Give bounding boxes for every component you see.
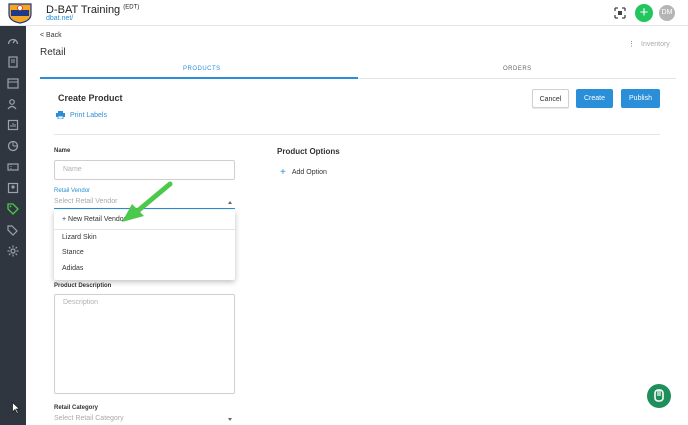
name-label: Name: [54, 148, 71, 154]
active-tab-indicator: [40, 77, 358, 79]
calendar-icon[interactable]: [7, 77, 19, 89]
more-vertical-icon[interactable]: ⋮: [628, 41, 635, 48]
cancel-button[interactable]: Cancel: [532, 89, 569, 108]
create-button[interactable]: Create: [576, 89, 613, 108]
book-icon[interactable]: [7, 56, 19, 68]
retail-vendor-label: Retail Vendor: [54, 188, 91, 194]
dashboard-icon[interactable]: [7, 35, 19, 47]
vendor-option[interactable]: Lizard Skin: [62, 234, 97, 241]
new-retail-vendor-option[interactable]: + New Retail Vendor: [62, 216, 126, 223]
description-label: Product Description: [54, 283, 112, 289]
dropdown-separator: [54, 229, 235, 230]
contacts-icon[interactable]: [7, 182, 19, 194]
mouse-cursor-icon: [12, 402, 20, 414]
user-avatar[interactable]: DM: [659, 5, 675, 21]
caret-up-icon: [228, 201, 232, 204]
inventory-menu[interactable]: ⋮ Inventory: [628, 40, 670, 48]
ticket-icon[interactable]: [7, 161, 19, 173]
pie-chart-icon[interactable]: [7, 140, 19, 152]
tab-divider: [358, 78, 676, 79]
sidebar: [0, 26, 26, 425]
print-labels-link[interactable]: Print Labels: [56, 111, 107, 119]
help-button[interactable]: [647, 384, 671, 408]
printer-icon: [56, 111, 65, 119]
plus-icon: +: [280, 167, 286, 178]
settings-icon[interactable]: [7, 245, 19, 257]
vendor-option[interactable]: Adidas: [62, 265, 83, 272]
users-icon[interactable]: [7, 98, 19, 110]
tag-icon[interactable]: [7, 203, 19, 215]
add-option-button[interactable]: + Add Option: [280, 167, 327, 178]
qr-scan-icon[interactable]: [614, 7, 626, 19]
retail-category-label: Retail Category: [54, 405, 99, 411]
brand-url[interactable]: dbat.net/: [46, 15, 73, 22]
tab-orders[interactable]: ORDERS: [503, 66, 532, 72]
top-header: D-BAT Training (EDT) dbat.net/ + DM: [0, 0, 688, 26]
reports-icon[interactable]: [7, 119, 19, 131]
annotation-arrow-icon: [122, 181, 173, 222]
page-title: Retail: [40, 47, 66, 58]
publish-button[interactable]: Publish: [621, 89, 660, 108]
caret-down-icon: [228, 418, 232, 421]
quick-add-button[interactable]: +: [635, 4, 653, 22]
tab-products[interactable]: PRODUCTS: [183, 66, 221, 72]
section-divider: [54, 134, 660, 135]
description-textarea[interactable]: Description: [54, 294, 235, 394]
back-link[interactable]: < Back: [40, 32, 62, 39]
form-title: Create Product: [58, 93, 123, 103]
dbat-logo-icon[interactable]: [6, 3, 34, 24]
tags-icon[interactable]: [7, 224, 19, 236]
retail-category-select[interactable]: Select Retail Category: [54, 415, 235, 425]
hand-icon: [654, 389, 664, 402]
product-options-title: Product Options: [277, 147, 340, 156]
name-input[interactable]: Name: [54, 160, 235, 180]
vendor-option[interactable]: Stance: [62, 249, 84, 256]
